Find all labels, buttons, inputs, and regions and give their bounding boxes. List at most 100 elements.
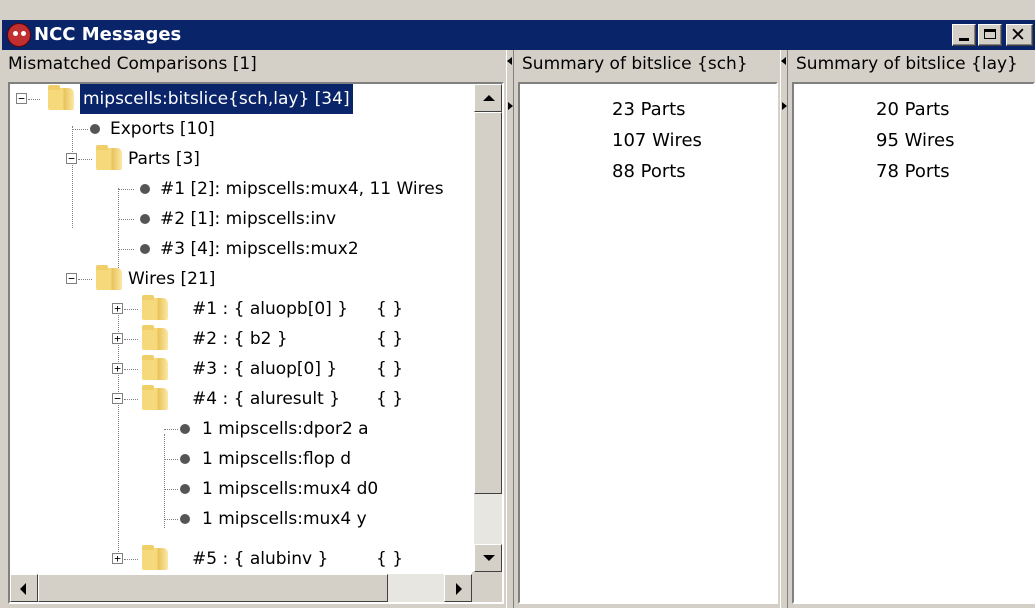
tree-connector bbox=[124, 309, 138, 310]
scroll-down-button[interactable] bbox=[474, 544, 502, 572]
tree-connector bbox=[118, 310, 119, 558]
wire-name[interactable]: #1 : { aluopb[0] } bbox=[192, 294, 348, 324]
tree-item-label[interactable]: 1 mipscells:flop d bbox=[202, 444, 351, 474]
folder-icon bbox=[96, 265, 122, 290]
arrow-right-icon bbox=[456, 583, 462, 595]
wire-name[interactable]: #4 : { aluresult } bbox=[192, 384, 340, 414]
folder-icon bbox=[48, 85, 74, 110]
tree-item-label[interactable]: #3 [4]: mipscells:mux2 bbox=[160, 234, 359, 264]
expand-icon[interactable]: + bbox=[112, 333, 123, 344]
tree-connector bbox=[124, 399, 138, 400]
summary-sch-pane: Summary of bitslice {sch} 23 Parts 107 W… bbox=[514, 50, 780, 608]
tree-connector bbox=[124, 559, 138, 560]
arrow-down-icon bbox=[483, 555, 495, 561]
summary-lay-lines: 20 Parts 95 Wires 78 Ports bbox=[876, 94, 1033, 187]
summary-sch-header: Summary of bitslice {sch} bbox=[522, 54, 748, 74]
tree-connector bbox=[78, 279, 92, 280]
tree-vertical-scrollbar[interactable] bbox=[474, 84, 502, 572]
arrow-up-icon bbox=[483, 95, 495, 101]
summary-ports: 88 Ports bbox=[612, 161, 686, 182]
maximize-icon bbox=[984, 29, 996, 39]
tree-item-label[interactable]: #2 [1]: mipscells:inv bbox=[160, 204, 336, 234]
tree-item-label[interactable]: 1 mipscells:dpor2 a bbox=[202, 414, 369, 444]
wire-counterpart: { } bbox=[376, 359, 404, 379]
collapse-icon[interactable]: − bbox=[16, 93, 27, 104]
leaf-bullet-icon bbox=[140, 214, 150, 224]
tree-connector bbox=[28, 99, 40, 100]
tree-connector bbox=[72, 129, 88, 130]
folder-icon bbox=[142, 325, 168, 350]
summary-sch-lines: 23 Parts 107 Wires 88 Ports bbox=[612, 94, 776, 187]
collapse-icon[interactable]: − bbox=[66, 153, 77, 164]
tree-connector bbox=[164, 429, 178, 430]
scroll-right-button[interactable] bbox=[444, 574, 472, 602]
app-icon[interactable] bbox=[7, 23, 31, 47]
comparison-tree[interactable]: − mipscells:bitslice{sch,lay} [34] Expor… bbox=[10, 84, 472, 572]
expand-right-icon[interactable] bbox=[782, 102, 787, 110]
tree-connector bbox=[164, 519, 178, 520]
scroll-left-button[interactable] bbox=[10, 574, 38, 602]
window-title: NCC Messages bbox=[34, 24, 182, 45]
summary-wires: 95 Wires bbox=[876, 130, 955, 151]
close-icon: ✕ bbox=[1010, 24, 1026, 46]
comparison-tree-box: − mipscells:bitslice{sch,lay} [34] Expor… bbox=[8, 82, 504, 604]
tree-connector bbox=[118, 249, 134, 250]
expand-icon[interactable]: + bbox=[112, 553, 123, 564]
scroll-thumb-horizontal[interactable] bbox=[38, 574, 388, 602]
minimize-icon bbox=[959, 38, 969, 41]
collapse-icon[interactable]: − bbox=[66, 273, 77, 284]
summary-lay-header: Summary of bitslice {lay} bbox=[796, 54, 1018, 74]
tree-root-label[interactable]: mipscells:bitslice{sch,lay} [34] bbox=[79, 84, 354, 115]
summary-sch-box: 23 Parts 107 Wires 88 Ports bbox=[518, 82, 778, 604]
wire-counterpart: { } bbox=[376, 389, 404, 409]
tree-connector bbox=[118, 219, 134, 220]
leaf-bullet-icon bbox=[180, 454, 190, 464]
leaf-bullet-icon bbox=[180, 424, 190, 434]
tree-connector bbox=[164, 489, 178, 490]
tree-item-label[interactable]: Exports [10] bbox=[110, 114, 215, 144]
close-button[interactable]: ✕ bbox=[1006, 24, 1033, 46]
folder-icon bbox=[96, 145, 122, 170]
summary-parts: 23 Parts bbox=[612, 99, 686, 120]
tree-item-label[interactable]: Parts [3] bbox=[128, 144, 200, 174]
tree-connector bbox=[118, 189, 134, 190]
wire-counterpart: { } bbox=[376, 299, 404, 319]
title-bar[interactable]: NCC Messages ✕ bbox=[2, 20, 1035, 50]
leaf-bullet-icon bbox=[140, 184, 150, 194]
minimize-button[interactable] bbox=[952, 24, 976, 46]
tree-item-label[interactable]: 1 mipscells:mux4 d0 bbox=[202, 474, 378, 504]
arrow-left-icon bbox=[20, 583, 26, 595]
folder-icon bbox=[142, 545, 168, 570]
summary-ports: 78 Ports bbox=[876, 161, 950, 182]
folder-icon bbox=[142, 385, 168, 410]
wire-name[interactable]: #2 : { b2 } bbox=[192, 324, 288, 354]
maximize-button[interactable] bbox=[978, 24, 1002, 46]
pane-splitter[interactable] bbox=[506, 50, 514, 608]
summary-parts: 20 Parts bbox=[876, 99, 950, 120]
tree-horizontal-scrollbar[interactable] bbox=[10, 574, 472, 602]
wire-name[interactable]: #5 : { alubinv } bbox=[192, 544, 328, 572]
leaf-bullet-icon bbox=[140, 244, 150, 254]
tree-item-label[interactable]: #1 [2]: mipscells:mux4, 11 Wires bbox=[160, 174, 444, 204]
wire-name[interactable]: #3 : { aluop[0] } bbox=[192, 354, 337, 384]
leaf-bullet-icon bbox=[180, 514, 190, 524]
tree-connector bbox=[164, 434, 165, 528]
pane-splitter[interactable] bbox=[780, 50, 788, 608]
wire-counterpart: { } bbox=[376, 549, 404, 569]
tree-connector bbox=[124, 369, 138, 370]
summary-wires: 107 Wires bbox=[612, 130, 702, 151]
scroll-thumb-vertical[interactable] bbox=[474, 112, 502, 494]
collapse-icon[interactable]: − bbox=[112, 393, 123, 404]
scroll-up-button[interactable] bbox=[474, 84, 502, 112]
collapse-left-icon[interactable] bbox=[781, 57, 786, 65]
expand-icon[interactable]: + bbox=[112, 363, 123, 374]
tree-item-label[interactable]: 1 mipscells:mux4 y bbox=[202, 504, 367, 534]
tree-item-label[interactable]: Wires [21] bbox=[128, 264, 215, 294]
expand-icon[interactable]: + bbox=[112, 303, 123, 314]
leaf-bullet-icon bbox=[180, 484, 190, 494]
mismatched-comparisons-header: Mismatched Comparisons [1] bbox=[8, 54, 257, 74]
expand-right-icon[interactable] bbox=[508, 102, 513, 110]
collapse-left-icon[interactable] bbox=[507, 57, 512, 65]
tree-connector bbox=[124, 339, 138, 340]
tree-connector bbox=[78, 159, 92, 160]
